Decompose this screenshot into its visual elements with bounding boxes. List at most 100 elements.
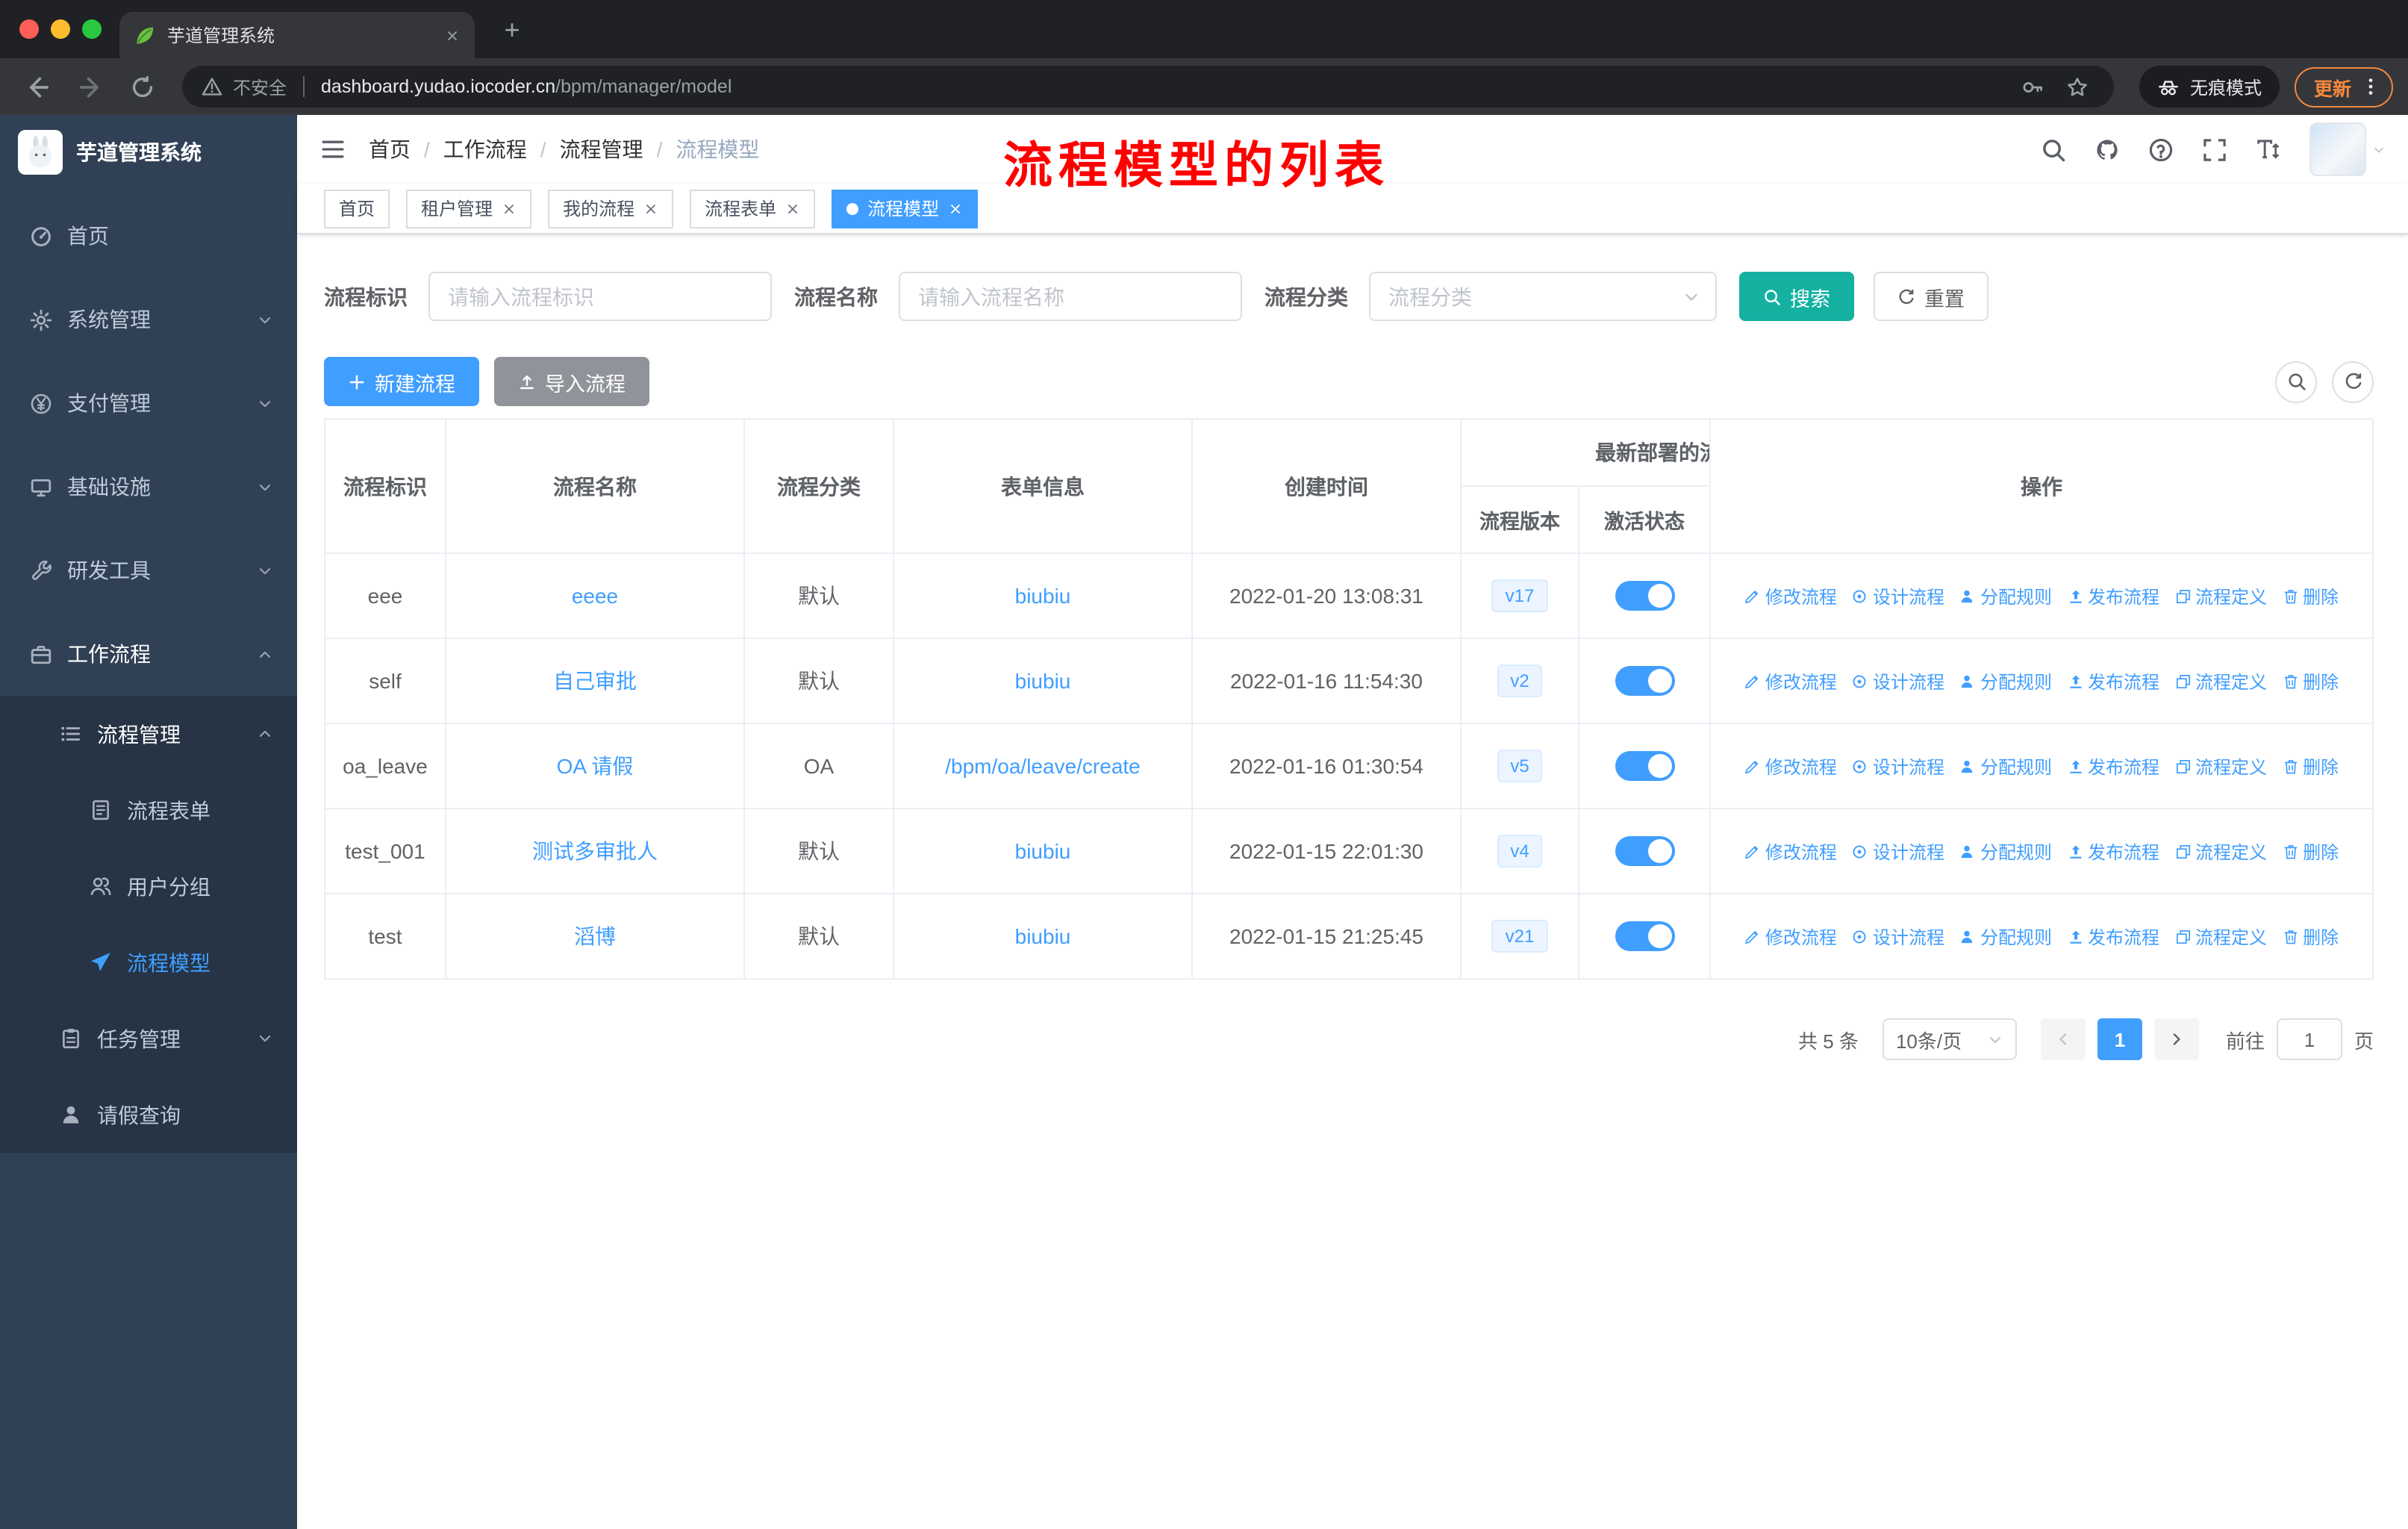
action-design-link[interactable]: 设计流程 bbox=[1852, 753, 1944, 779]
action-assign-link[interactable]: 分配规则 bbox=[1959, 924, 2052, 949]
action-modify-link[interactable]: 修改流程 bbox=[1744, 668, 1837, 694]
create-process-button[interactable]: 新建流程 bbox=[324, 357, 479, 406]
active-toggle[interactable] bbox=[1615, 751, 1674, 781]
sidebar-item-process-form[interactable]: 流程表单 bbox=[0, 772, 297, 848]
sidebar-item-system-management[interactable]: 系统管理 bbox=[0, 278, 297, 361]
action-assign-link[interactable]: 分配规则 bbox=[1959, 583, 2052, 608]
tag-my-process[interactable]: 我的流程 bbox=[548, 189, 674, 228]
process-name-link[interactable]: eeee bbox=[572, 584, 618, 608]
active-toggle[interactable] bbox=[1615, 666, 1674, 696]
sidebar-item-dev-tools[interactable]: 研发工具 bbox=[0, 529, 297, 612]
action-delete-link[interactable]: 删除 bbox=[2282, 924, 2339, 949]
sidebar-item-home[interactable]: 首页 bbox=[0, 194, 297, 278]
action-modify-link[interactable]: 修改流程 bbox=[1744, 924, 1837, 949]
sidebar-fold-icon[interactable] bbox=[319, 136, 346, 163]
goto-page-input[interactable] bbox=[2276, 1018, 2342, 1060]
tag-process-model[interactable]: 流程模型 bbox=[832, 189, 979, 228]
tag-close-icon[interactable] bbox=[785, 201, 800, 216]
fullscreen-icon[interactable] bbox=[2202, 137, 2227, 162]
process-key-input[interactable] bbox=[428, 272, 772, 321]
action-assign-link[interactable]: 分配规则 bbox=[1959, 753, 2052, 779]
sidebar-item-payment-management[interactable]: 支付管理 bbox=[0, 361, 297, 445]
action-design-link[interactable]: 设计流程 bbox=[1852, 668, 1944, 694]
action-definition-link[interactable]: 流程定义 bbox=[2174, 583, 2267, 608]
form-info-link[interactable]: biubiu bbox=[1015, 839, 1071, 863]
breadcrumb-item-home[interactable]: 首页 bbox=[369, 134, 411, 164]
action-delete-link[interactable]: 删除 bbox=[2282, 583, 2339, 608]
process-name-link[interactable]: 自己审批 bbox=[553, 666, 637, 696]
tag-home[interactable]: 首页 bbox=[324, 189, 390, 228]
process-name-input[interactable] bbox=[899, 272, 1242, 321]
font-size-icon[interactable] bbox=[2256, 137, 2281, 162]
breadcrumb-item-workflow[interactable]: 工作流程 bbox=[443, 134, 527, 164]
back-icon[interactable] bbox=[15, 74, 61, 99]
tag-close-icon[interactable] bbox=[643, 201, 658, 216]
sidebar-item-user-group[interactable]: 用户分组 bbox=[0, 848, 297, 924]
forward-icon[interactable] bbox=[67, 74, 113, 99]
action-definition-link[interactable]: 流程定义 bbox=[2174, 753, 2267, 779]
sidebar-item-workflow[interactable]: 工作流程 bbox=[0, 612, 297, 696]
toggle-search-button[interactable] bbox=[2275, 361, 2317, 402]
github-icon[interactable] bbox=[2094, 137, 2120, 162]
action-publish-link[interactable]: 发布流程 bbox=[2067, 838, 2159, 864]
action-design-link[interactable]: 设计流程 bbox=[1852, 924, 1944, 949]
process-name-link[interactable]: 测试多审批人 bbox=[532, 836, 658, 866]
form-info-link[interactable]: /bpm/oa/leave/create bbox=[945, 754, 1141, 778]
active-toggle[interactable] bbox=[1615, 921, 1674, 951]
action-assign-link[interactable]: 分配规则 bbox=[1959, 838, 2052, 864]
search-icon[interactable] bbox=[2041, 137, 2066, 162]
tag-close-icon[interactable] bbox=[502, 201, 517, 216]
reset-button[interactable]: 重置 bbox=[1874, 272, 1989, 321]
sidebar-item-task-management[interactable]: 任务管理 bbox=[0, 1000, 297, 1077]
page-size-select[interactable]: 10条/页 bbox=[1882, 1018, 2017, 1060]
user-avatar[interactable] bbox=[2309, 122, 2386, 176]
breadcrumb-item-process-management[interactable]: 流程管理 bbox=[560, 134, 643, 164]
form-info-link[interactable]: biubiu bbox=[1015, 584, 1071, 608]
password-key-icon[interactable] bbox=[2015, 75, 2050, 98]
action-publish-link[interactable]: 发布流程 bbox=[2067, 753, 2159, 779]
sidebar-item-infrastructure[interactable]: 基础设施 bbox=[0, 445, 297, 529]
action-publish-link[interactable]: 发布流程 bbox=[2067, 668, 2159, 694]
url-bar[interactable]: 不安全 dashboard.yudao.iocoder.cn/bpm/manag… bbox=[182, 66, 2114, 108]
sidebar-item-leave-query[interactable]: 请假查询 bbox=[0, 1077, 297, 1153]
next-page-button[interactable] bbox=[2153, 1018, 2199, 1060]
browser-menu-kebab-icon[interactable] bbox=[2360, 76, 2381, 97]
not-secure-warning-icon[interactable] bbox=[202, 76, 222, 97]
tag-tenant-management[interactable]: 租户管理 bbox=[406, 189, 532, 228]
import-process-button[interactable]: 导入流程 bbox=[494, 357, 649, 406]
search-button[interactable]: 搜索 bbox=[1739, 272, 1854, 321]
active-toggle[interactable] bbox=[1615, 581, 1674, 611]
action-definition-link[interactable]: 流程定义 bbox=[2174, 838, 2267, 864]
bookmark-star-icon[interactable] bbox=[2060, 75, 2094, 98]
category-select[interactable]: 流程分类 bbox=[1369, 272, 1717, 321]
close-window-button[interactable] bbox=[19, 19, 39, 39]
action-delete-link[interactable]: 删除 bbox=[2282, 753, 2339, 779]
tag-close-icon[interactable] bbox=[948, 201, 963, 216]
action-modify-link[interactable]: 修改流程 bbox=[1744, 753, 1837, 779]
refresh-table-button[interactable] bbox=[2332, 361, 2374, 402]
action-assign-link[interactable]: 分配规则 bbox=[1959, 668, 2052, 694]
sidebar-item-process-model[interactable]: 流程模型 bbox=[0, 924, 297, 1000]
action-definition-link[interactable]: 流程定义 bbox=[2174, 924, 2267, 949]
action-publish-link[interactable]: 发布流程 bbox=[2067, 583, 2159, 608]
process-name-link[interactable]: 滔博 bbox=[574, 921, 616, 951]
browser-tab[interactable]: 芋道管理系统 bbox=[119, 12, 475, 58]
action-delete-link[interactable]: 删除 bbox=[2282, 668, 2339, 694]
reload-icon[interactable] bbox=[119, 74, 166, 99]
active-toggle[interactable] bbox=[1615, 836, 1674, 866]
prev-page-button[interactable] bbox=[2040, 1018, 2086, 1060]
action-design-link[interactable]: 设计流程 bbox=[1852, 838, 1944, 864]
action-design-link[interactable]: 设计流程 bbox=[1852, 583, 1944, 608]
sidebar-item-process-management[interactable]: 流程管理 bbox=[0, 696, 297, 772]
maximize-window-button[interactable] bbox=[82, 19, 102, 39]
action-delete-link[interactable]: 删除 bbox=[2282, 838, 2339, 864]
action-publish-link[interactable]: 发布流程 bbox=[2067, 924, 2159, 949]
form-info-link[interactable]: biubiu bbox=[1015, 924, 1071, 948]
process-name-link[interactable]: OA 请假 bbox=[557, 751, 634, 781]
action-definition-link[interactable]: 流程定义 bbox=[2174, 668, 2267, 694]
new-tab-button[interactable]: + bbox=[496, 13, 528, 46]
tab-close-icon[interactable] bbox=[445, 28, 460, 43]
action-modify-link[interactable]: 修改流程 bbox=[1744, 583, 1837, 608]
help-icon[interactable] bbox=[2148, 137, 2174, 162]
minimize-window-button[interactable] bbox=[51, 19, 70, 39]
